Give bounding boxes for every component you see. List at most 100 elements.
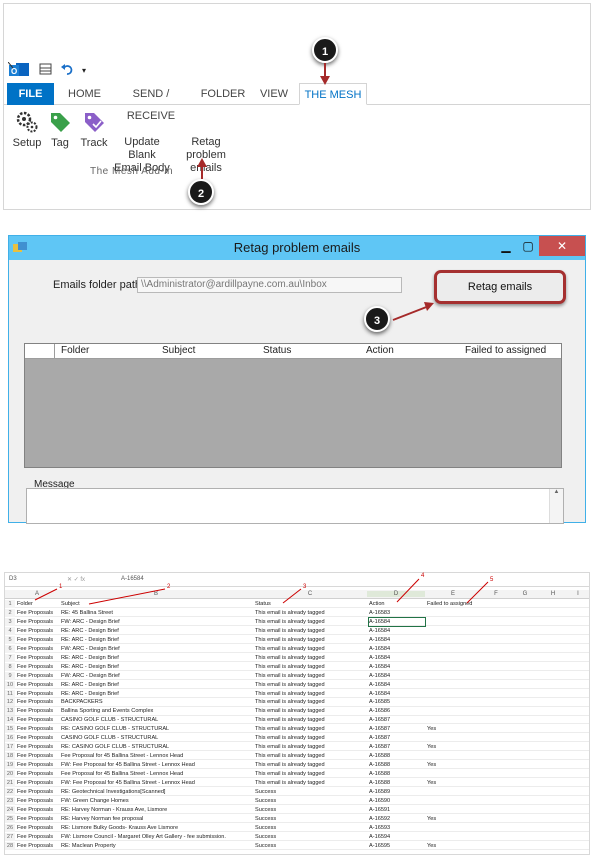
cell-subject[interactable]: RE: CASINO GOLF CLUB - STRUCTURAL [61,743,253,751]
cell-action[interactable]: A-16588 [369,779,425,787]
cell-action[interactable]: A-16585 [369,698,425,706]
cell-action[interactable]: A-16593 [369,824,425,832]
cell-status[interactable]: Success [255,806,367,814]
cell-status[interactable]: This email is already tagged [255,734,367,742]
cell-folder[interactable]: Fee Proposals [17,654,59,662]
cell-subject[interactable]: BACKPACKERS [61,698,253,706]
cell-folder[interactable]: Fee Proposals [17,627,59,635]
cell-action[interactable]: A-16584 [369,663,425,671]
cell-subject[interactable]: FW: ARC - Design Brief [61,672,253,680]
cell-subject[interactable]: RE: ARC - Design Brief [61,636,253,644]
cell-status[interactable]: This email is already tagged [255,761,367,769]
cell-failed[interactable]: Yes [427,725,481,733]
cell-folder[interactable]: Fee Proposals [17,842,59,850]
cell-status[interactable]: Success [255,788,367,796]
cell-subject[interactable]: Ballina Sporting and Events Complex [61,707,253,715]
cell-action[interactable]: A-16587 [369,716,425,724]
cell-folder[interactable]: Fee Proposals [17,788,59,796]
cell-action[interactable]: A-16584 [369,645,425,653]
cell-subject[interactable]: CASINO GOLF CLUB - STRUCTURAL [61,734,253,742]
cell-action[interactable]: A-16587 [369,734,425,742]
cell-folder[interactable]: Fee Proposals [17,690,59,698]
cell-failed[interactable]: Yes [427,743,481,751]
cell-folder[interactable]: Fee Proposals [17,681,59,689]
cell-status[interactable]: Success [255,824,367,832]
cell-failed[interactable]: Yes [427,779,481,787]
cell-status[interactable]: This email is already tagged [255,725,367,733]
message-scrollbar[interactable]: ▲ [549,489,563,523]
cell-subject[interactable]: RE: CASINO GOLF CLUB - STRUCTURAL [61,725,253,733]
cell-folder[interactable]: Fee Proposals [17,663,59,671]
cell-action[interactable]: A-16591 [369,806,425,814]
cell-action[interactable]: A-16590 [369,797,425,805]
cell-status[interactable]: This email is already tagged [255,707,367,715]
cell-folder[interactable]: Fee Proposals [17,761,59,769]
message-textarea[interactable]: ▲ [26,488,564,524]
cell-status[interactable]: This email is already tagged [255,752,367,760]
cell-status[interactable]: This email is already tagged [255,663,367,671]
cell-action[interactable]: A-16589 [369,788,425,796]
cell-failed[interactable]: Yes [427,842,481,850]
cell-folder[interactable]: Fee Proposals [17,815,59,823]
cell-status[interactable]: Success [255,797,367,805]
cell-action[interactable]: A-16586 [369,707,425,715]
cell-folder[interactable]: Fee Proposals [17,618,59,626]
cell-subject[interactable]: RE: ARC - Design Brief [61,690,253,698]
cell-action[interactable]: A-16592 [369,815,425,823]
cell-action[interactable]: A-16588 [369,761,425,769]
cell-folder[interactable]: Fee Proposals [17,779,59,787]
cell-action[interactable]: A-16588 [369,752,425,760]
cell-folder[interactable]: Fee Proposals [17,824,59,832]
cell-status[interactable]: This email is already tagged [255,636,367,644]
cell-action[interactable]: A-16587 [369,743,425,751]
cell-subject[interactable]: RE: ARC - Design Brief [61,663,253,671]
cell-status[interactable]: This email is already tagged [255,618,367,626]
cell-subject[interactable]: Fee Proposal for 45 Ballina Street - Len… [61,752,253,760]
cell-subject[interactable]: FW: Green Change Homes [61,797,253,805]
cell-folder[interactable]: Fee Proposals [17,672,59,680]
cell-action[interactable]: A-16584 [369,627,425,635]
cell-subject[interactable]: RE: Geotechnical Investigations[Scanned] [61,788,253,796]
cell-folder[interactable]: Fee Proposals [17,743,59,751]
cell-status[interactable]: This email is already tagged [255,672,367,680]
cell-status[interactable]: This email is already tagged [255,627,367,635]
cell-folder[interactable]: Fee Proposals [17,734,59,742]
cell-folder[interactable]: Fee Proposals [17,725,59,733]
cell-action[interactable]: A-16584 [369,672,425,680]
cell-subject[interactable]: FW: ARC - Design Brief [61,645,253,653]
cell-action[interactable]: A-16594 [369,833,425,841]
cell-action[interactable]: A-16584 [369,654,425,662]
cell-subject[interactable]: RE: ARC - Design Brief [61,681,253,689]
cell-folder[interactable]: Fee Proposals [17,833,59,841]
cell-action[interactable]: A-16584 [369,690,425,698]
cell-subject[interactable]: FW: Lismore Council - Margaret Olley Art… [61,833,253,841]
cell-action[interactable]: A-16584 [369,636,425,644]
cell-folder[interactable]: Fee Proposals [17,645,59,653]
cell-status[interactable]: This email is already tagged [255,690,367,698]
cell-status[interactable]: This email is already tagged [255,743,367,751]
cell-status[interactable]: Success [255,833,367,841]
cell-subject[interactable]: RE: Lismore Bulky Goods- Krauss Ave Lism… [61,824,253,832]
cell-action[interactable]: A-16587 [369,725,425,733]
cell-folder[interactable]: Fee Proposals [17,636,59,644]
cell-status[interactable]: This email is already tagged [255,681,367,689]
cell-folder[interactable]: Fee Proposals [17,752,59,760]
cell-status[interactable]: This email is already tagged [255,645,367,653]
cell-action[interactable]: A-16584 [369,681,425,689]
cell-folder[interactable]: Fee Proposals [17,797,59,805]
cell-folder[interactable]: Fee Proposals [17,707,59,715]
cell-action[interactable]: A-16595 [369,842,425,850]
cell-folder[interactable]: Fee Proposals [17,716,59,724]
cell-status[interactable]: This email is already tagged [255,770,367,778]
cell-folder[interactable]: Fee Proposals [17,698,59,706]
cell-status[interactable]: Success [255,815,367,823]
cell-status[interactable]: This email is already tagged [255,716,367,724]
cell-subject[interactable]: RE: ARC - Design Brief [61,654,253,662]
cell-folder[interactable]: Fee Proposals [17,770,59,778]
results-grid[interactable]: Folder Subject Status Action Failed to a… [24,343,562,468]
scroll-up-icon[interactable]: ▲ [550,489,563,495]
cell-subject[interactable]: CASINO GOLF CLUB - STRUCTURAL [61,716,253,724]
cell-status[interactable]: Success [255,842,367,850]
cell-subject[interactable]: RE: ARC - Design Brief [61,627,253,635]
cell-status[interactable]: This email is already tagged [255,654,367,662]
